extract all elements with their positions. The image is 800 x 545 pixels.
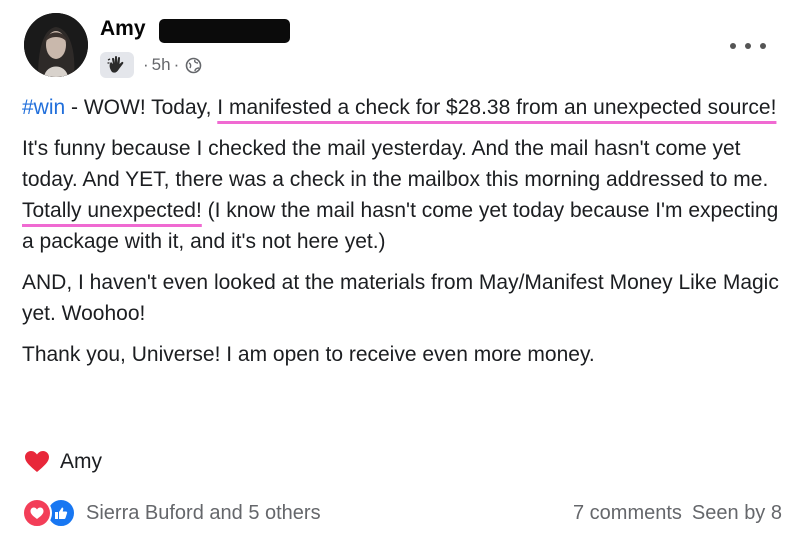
love-reaction-icon[interactable] (22, 498, 52, 528)
post-body: #win - WOW! Today, I manifested a check … (22, 92, 782, 380)
seen-by-count[interactable]: Seen by 8 (692, 502, 782, 525)
author-name[interactable]: Amy (100, 17, 146, 41)
meta-separator: · (143, 55, 149, 74)
post-time[interactable]: 5h (152, 55, 171, 75)
post-meta: · 5h · (100, 52, 202, 78)
signature-name: Amy (60, 450, 102, 473)
highlighted-text: I manifested a check for $28.38 from an … (217, 96, 777, 119)
text: It's funny because I checked the mail ye… (22, 137, 769, 191)
redacted-surname (159, 19, 290, 43)
comments-count[interactable]: 7 comments (573, 502, 682, 525)
meta-separator: · (173, 55, 180, 74)
paragraph-4: Thank you, Universe! I am open to receiv… (22, 343, 595, 366)
globe-icon[interactable] (185, 57, 202, 74)
reactors-link[interactable]: Sierra Buford and 5 others (86, 502, 321, 525)
paragraph-2: It's funny because I checked the mail ye… (22, 133, 782, 257)
post-footer: Sierra Buford and 5 others 7 comments Se… (22, 498, 782, 528)
highlighted-text: Totally unexpected! (22, 199, 202, 222)
text: - WOW! Today, (65, 96, 218, 119)
more-options-icon[interactable] (730, 36, 766, 56)
post-card: Amy · 5h · #win - WOW! Today, I manifest… (0, 0, 800, 545)
paragraph-1: #win - WOW! Today, I manifested a check … (22, 92, 782, 123)
wave-hand-icon[interactable] (100, 52, 134, 78)
heart-icon (25, 451, 49, 472)
paragraph-3: AND, I haven't even looked at the materi… (22, 271, 779, 325)
footer-stats: 7 comments Seen by 8 (573, 502, 782, 525)
author-avatar[interactable] (24, 13, 88, 77)
reaction-icons[interactable] (22, 498, 76, 528)
hashtag-link[interactable]: #win (22, 96, 65, 119)
signature: Amy (24, 450, 102, 474)
